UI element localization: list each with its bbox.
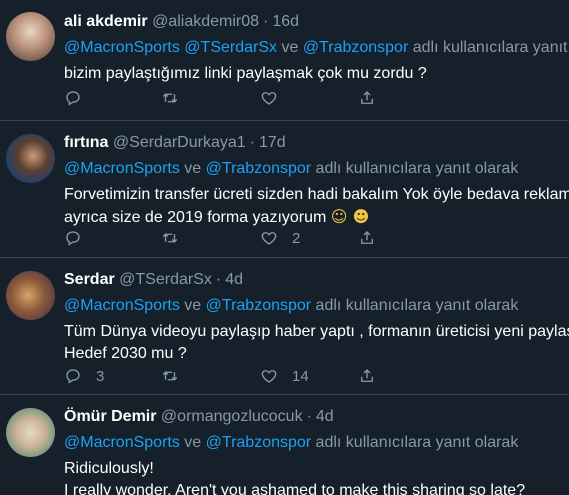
tweet[interactable]: ali akdemir @aliakdemir08 · 16d @MacronSpo…: [0, 0, 569, 121]
reply-text: adlı kullanıcılara yanıt olarak: [311, 434, 519, 451]
timestamp[interactable]: 16d: [272, 13, 299, 30]
reply-button[interactable]: [64, 228, 82, 248]
reply-icon: [66, 231, 80, 246]
timestamp[interactable]: 4d: [225, 271, 243, 288]
retweet-button[interactable]: [161, 88, 179, 108]
mention-link[interactable]: @MacronSports: [64, 297, 180, 314]
user-name[interactable]: Serdar: [64, 271, 115, 288]
tweet-text: Tüm Dünya videoyu paylaşıp haber yaptı ,…: [64, 321, 569, 365]
mention-link[interactable]: @Trabzonspor: [303, 39, 408, 56]
reply-context: @MacronSports ve @Trabzonspor adlı kulla…: [64, 434, 518, 452]
tweet-text-line: I really wonder. Aren't you ashamed to m…: [64, 482, 526, 495]
avatar[interactable]: [6, 12, 55, 61]
reply-button[interactable]: [64, 88, 82, 108]
mention-link[interactable]: @MacronSports: [64, 39, 180, 56]
tweet-feed: ali akdemir @aliakdemir08 · 16d @MacronSpo…: [0, 0, 569, 495]
tweet[interactable]: Ömür Demir @ormangozlucocuk · 4d @MacronSp…: [0, 395, 569, 495]
tweet[interactable]: Serdar @TSerdarSx · 4d @MacronSports ve @T…: [0, 258, 569, 395]
user-name[interactable]: ali akdemir: [64, 13, 148, 30]
like-button[interactable]: [260, 88, 278, 108]
user-handle[interactable]: @ormangozlucocuk: [161, 408, 303, 425]
user-name[interactable]: Ömür Demir: [64, 408, 156, 425]
tweet-text-line: Hedef 2030 mu ?: [64, 345, 187, 362]
mention-link[interactable]: @TSerdarSx: [184, 39, 277, 56]
tweet-text: bizim paylaştığımız linki paylaşmak çok …: [64, 63, 427, 85]
mention-link[interactable]: @MacronSports: [64, 434, 180, 451]
heart-icon: [261, 370, 277, 383]
timestamp[interactable]: 17d: [259, 134, 286, 151]
tweet-header: fırtına @SerdarDurkaya1 · 17d: [64, 134, 286, 152]
heart-icon: [261, 92, 277, 105]
user-name[interactable]: fırtına: [64, 134, 108, 151]
share-button[interactable]: [358, 366, 376, 386]
retweet-button[interactable]: [161, 366, 179, 386]
avatar[interactable]: [6, 408, 55, 457]
share-icon: [361, 91, 373, 104]
reply-text: adlı kullanıcılara yanıt olarak: [412, 39, 569, 56]
tweet[interactable]: fırtına @SerdarDurkaya1 · 17d @MacronSport…: [0, 121, 569, 258]
tweet-text: Ridiculously! I really wonder. Aren't yo…: [64, 458, 525, 495]
reply-context: @MacronSports ve @Trabzonspor adlı kulla…: [64, 160, 518, 178]
action-bar: 3 14: [64, 366, 384, 386]
reply-icon: [66, 369, 80, 384]
tweet-text-line: ayrıca size de 2019 forma yazıyorum ☺ ☻: [64, 206, 569, 228]
user-handle[interactable]: @SerdarDurkaya1: [113, 134, 246, 151]
like-count: 2: [292, 229, 301, 247]
tweet-text-line: Tüm Dünya videoyu paylaşıp haber yaptı ,…: [64, 323, 569, 340]
timestamp[interactable]: 4d: [316, 408, 334, 425]
reply-text: ve: [179, 434, 206, 451]
separator: ·: [306, 408, 312, 425]
retweet-icon: [162, 93, 178, 103]
emoji-icons: ☺ ☻: [330, 207, 370, 226]
reply-text: ve: [277, 39, 303, 56]
like-button[interactable]: 14: [260, 366, 309, 386]
tweet-text-fragment: ayrıca size de 2019 forma yazıyorum: [64, 209, 327, 226]
reply-context: @MacronSports @TSerdarSx ve @Trabzonspor…: [64, 39, 569, 57]
mention-link[interactable]: @MacronSports: [64, 160, 180, 177]
retweet-icon: [162, 371, 178, 381]
tweet-text-line: Ridiculously!: [64, 460, 154, 477]
retweet-icon: [162, 233, 178, 243]
tweet-header: Serdar @TSerdarSx · 4d: [64, 271, 243, 289]
reply-context: @MacronSports ve @Trabzonspor adlı kulla…: [64, 297, 518, 315]
avatar[interactable]: [6, 134, 55, 183]
like-count: 14: [292, 367, 309, 385]
retweet-button[interactable]: [161, 228, 179, 248]
avatar[interactable]: [6, 271, 55, 320]
tweet-header: ali akdemir @aliakdemir08 · 16d: [64, 13, 299, 31]
share-button[interactable]: [358, 228, 376, 248]
share-icon: [361, 231, 373, 244]
tweet-text-line: bizim paylaştığımız linki paylaşmak çok …: [64, 65, 427, 82]
reply-text: adlı kullanıcılara yanıt olarak: [311, 297, 519, 314]
user-handle[interactable]: @TSerdarSx: [119, 271, 212, 288]
reply-text: ve: [179, 160, 206, 177]
tweet-text: Forvetimizin transfer ücreti sizden hadi…: [64, 184, 569, 228]
reply-text: ve: [179, 297, 206, 314]
action-bar: 2: [64, 228, 384, 248]
separator: ·: [215, 271, 222, 288]
reply-button[interactable]: 3: [64, 366, 104, 386]
share-button[interactable]: [358, 88, 376, 108]
tweet-header: Ömür Demir @ormangozlucocuk · 4d: [64, 408, 334, 426]
reply-icon: [66, 91, 80, 106]
share-icon: [361, 369, 373, 382]
like-button[interactable]: 2: [260, 228, 300, 248]
reply-count: 3: [96, 367, 105, 385]
action-bar: [64, 88, 384, 108]
mention-link[interactable]: @Trabzonspor: [206, 297, 311, 314]
reply-text: adlı kullanıcılara yanıt olarak: [311, 160, 519, 177]
user-handle[interactable]: @aliakdemir08: [152, 13, 259, 30]
mention-link[interactable]: @Trabzonspor: [206, 160, 311, 177]
mention-link[interactable]: @Trabzonspor: [206, 434, 311, 451]
separator: ·: [263, 13, 269, 30]
heart-icon: [261, 232, 277, 245]
tweet-text-line: Forvetimizin transfer ücreti sizden hadi…: [64, 186, 569, 203]
separator: ·: [249, 134, 255, 151]
